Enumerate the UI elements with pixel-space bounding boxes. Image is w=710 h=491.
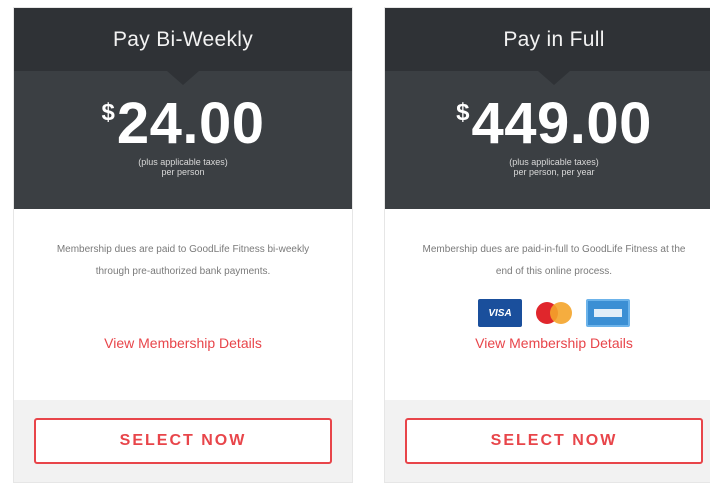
price-panel: $ 24.00 (plus applicable taxes) per pers…	[14, 71, 352, 209]
plan-title: Pay in Full	[385, 8, 710, 85]
price-amount: 449.00	[471, 91, 652, 156]
price-note-per: per person	[161, 167, 205, 177]
view-membership-details-link[interactable]: View Membership Details	[50, 335, 316, 351]
price-note-per: per person, per year	[513, 167, 595, 177]
price-note: (plus applicable taxes) per person, per …	[509, 157, 599, 177]
accepted-cards: VISA	[421, 299, 687, 327]
plan-title-text: Pay Bi-Weekly	[112, 27, 254, 51]
visa-label: VISA	[488, 307, 512, 319]
visa-icon: VISA	[478, 299, 522, 327]
plan-card-pay-in-full: Pay in Full $ 449.00 (plus applicable ta…	[384, 7, 710, 483]
view-membership-details-link[interactable]: View Membership Details	[421, 335, 687, 351]
select-now-button[interactable]: SELECT NOW	[34, 418, 332, 464]
plan-card-bi-weekly: Pay Bi-Weekly $ 24.00 (plus applicable t…	[13, 7, 353, 483]
pricing-options: Pay Bi-Weekly $ 24.00 (plus applicable t…	[0, 0, 710, 491]
plan-title-text: Pay in Full	[503, 27, 605, 51]
amex-icon	[586, 299, 630, 327]
plan-description: Membership dues are paid-in-full to Good…	[422, 244, 686, 277]
price: $ 24.00	[101, 95, 264, 153]
currency-symbol: $	[456, 99, 470, 126]
currency-symbol: $	[101, 99, 115, 126]
price-note-taxes: (plus applicable taxes)	[138, 157, 228, 167]
plan-description: Membership dues are paid to GoodLife Fit…	[56, 244, 310, 277]
plan-footer: SELECT NOW	[385, 400, 710, 482]
price-amount: 24.00	[116, 91, 265, 156]
plan-footer: SELECT NOW	[14, 400, 352, 482]
price-panel: $ 449.00 (plus applicable taxes) per per…	[385, 71, 710, 209]
price: $ 449.00	[456, 95, 652, 153]
mastercard-icon	[532, 299, 576, 327]
plan-body: Membership dues are paid to GoodLife Fit…	[14, 209, 352, 402]
select-now-button[interactable]: SELECT NOW	[405, 418, 703, 464]
price-note: (plus applicable taxes) per person	[138, 157, 228, 177]
plan-body: Membership dues are paid-in-full to Good…	[385, 209, 710, 402]
price-note-taxes: (plus applicable taxes)	[509, 157, 599, 167]
plan-title: Pay Bi-Weekly	[14, 8, 352, 85]
